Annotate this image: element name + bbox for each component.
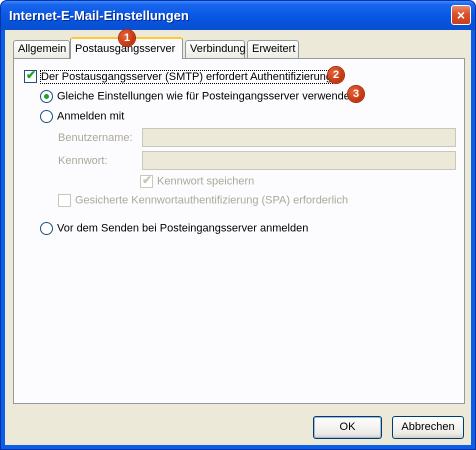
tab-panel-postausgangsserver: ✔ Der Postausgangsserver (SMTP) erfordert… — [13, 58, 465, 404]
tab-label: Verbindung — [190, 43, 246, 55]
window-title: Internet-E-Mail-Einstellungen — [9, 8, 189, 23]
save-password-row[interactable]: ✔ Kennwort speichern — [140, 173, 255, 188]
callout-badge-3: 3 — [348, 86, 364, 102]
save-password-checkbox[interactable]: ✔ — [140, 173, 153, 188]
same-settings-label: Gleiche Einstellungen wie für Posteingan… — [57, 90, 357, 103]
title-bar[interactable]: Internet-E-Mail-Einstellungen × — [1, 1, 475, 30]
checkmark-icon: ✔ — [26, 68, 37, 82]
login-incoming-first-radio[interactable] — [40, 222, 53, 235]
password-label: Kennwort: — [58, 155, 108, 167]
cancel-button[interactable]: Abbrechen — [392, 416, 464, 439]
callout-badge-1: 1 — [119, 30, 135, 46]
login-with-label: Anmelden mit — [57, 110, 125, 123]
tab-erweitert[interactable]: Erweitert — [247, 40, 299, 58]
login-with-row[interactable]: Anmelden mit — [40, 110, 124, 123]
checkmark-icon: ✔ — [142, 173, 153, 187]
dialog-window: Internet-E-Mail-Einstellungen × Allgemei… — [0, 0, 476, 450]
same-settings-radio[interactable] — [40, 90, 53, 103]
login-with-radio[interactable] — [40, 110, 53, 123]
spa-row[interactable]: Gesicherte Kennwortauthentifizierung (SP… — [58, 194, 348, 207]
callout-badge-2: 2 — [328, 67, 344, 83]
radio-selected-dot — [44, 94, 49, 99]
password-field[interactable] — [142, 151, 456, 170]
tab-allgemein[interactable]: Allgemein — [13, 40, 70, 58]
login-incoming-first-row[interactable]: Vor dem Senden bei Posteingangsserver an… — [40, 222, 308, 235]
username-label: Benutzername: — [58, 132, 133, 144]
tab-verbindung[interactable]: Verbindung — [185, 40, 246, 58]
close-button[interactable]: × — [451, 5, 471, 25]
dialog-client: Allgemein Postausgangsserver Verbindung … — [5, 30, 471, 445]
username-field[interactable] — [142, 128, 456, 147]
same-settings-row[interactable]: Gleiche Einstellungen wie für Posteingan… — [40, 90, 356, 103]
tab-label: Erweitert — [252, 43, 296, 55]
spa-checkbox[interactable] — [58, 194, 71, 207]
spa-label: Gesicherte Kennwortauthentifizierung (SP… — [75, 194, 349, 207]
login-incoming-first-label: Vor dem Senden bei Posteingangsserver an… — [57, 222, 309, 235]
save-password-label: Kennwort speichern — [157, 175, 255, 188]
auth-required-row[interactable]: ✔ Der Postausgangsserver (SMTP) erfordert… — [24, 68, 334, 84]
tab-label: Allgemein — [18, 43, 67, 55]
auth-required-checkbox[interactable]: ✔ — [24, 68, 37, 83]
ok-button[interactable]: OK — [313, 416, 382, 439]
auth-required-label: Der Postausgangsserver (SMTP) erfordert … — [39, 69, 334, 84]
close-icon: × — [456, 7, 466, 23]
